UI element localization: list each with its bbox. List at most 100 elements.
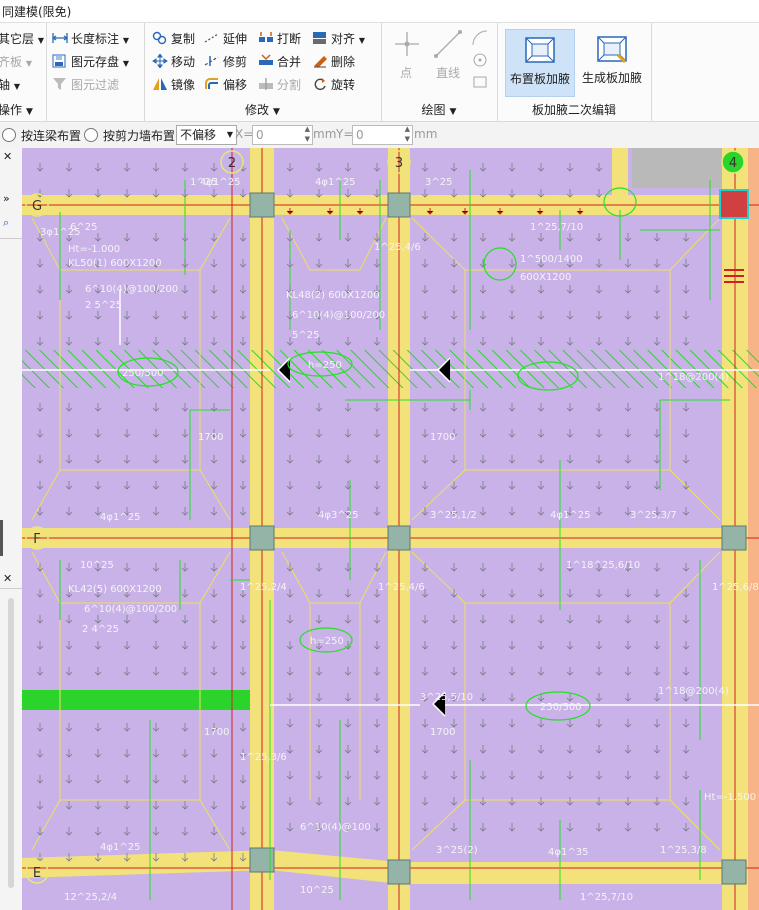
close-icon[interactable]: ✕	[3, 150, 12, 163]
copy-button[interactable]: 复制	[152, 29, 195, 49]
rebar-annotation: 1700	[430, 432, 455, 443]
chevron-down-icon: ▼	[449, 107, 457, 117]
draw-line-button[interactable]: 直线	[431, 28, 465, 94]
rebar-annotation: 10^25	[80, 560, 114, 571]
place-haunch-button[interactable]: 布置板加腋	[505, 29, 575, 97]
mirror-icon	[153, 78, 167, 90]
trim-icon	[204, 56, 219, 66]
cad-drawing[interactable]: 2 3 4 G F E 1^25 4φ1^25 3^251^25,7/106^254…	[22, 148, 759, 910]
draw-point-button[interactable]: 点	[391, 28, 421, 94]
expand-icon[interactable]: »	[3, 192, 10, 205]
search-icon[interactable]: ⌕	[3, 216, 9, 230]
axis-label: 4	[729, 156, 737, 171]
other-layer-button[interactable]: 其它层 ▼	[0, 29, 44, 49]
merge-button[interactable]: 合并	[258, 52, 301, 72]
y-label: Y=	[336, 127, 354, 141]
crosshair-point-icon	[395, 32, 419, 56]
save-element-icon	[52, 54, 66, 68]
beam-layout-radio[interactable]	[2, 128, 16, 142]
axis-label: F	[33, 532, 40, 547]
wall-layout-radio[interactable]	[84, 128, 98, 142]
axis-button[interactable]: 轴 ▼	[0, 75, 20, 95]
rebar-annotation: 6^10(4)@100/200	[292, 310, 385, 321]
split-button[interactable]: 分割	[258, 75, 301, 95]
split-icon	[259, 78, 273, 90]
rebar-annotation: 4φ1^25	[315, 177, 355, 188]
mirror-button[interactable]: 镜像	[152, 75, 195, 95]
element-filter-button[interactable]: 图元过滤	[52, 75, 119, 95]
generate-haunch-button[interactable]: 生成板加腋	[577, 29, 647, 95]
eraser-icon	[314, 56, 327, 68]
rebar-annotation: Ht=-1.000	[68, 244, 120, 255]
rectangle-icon[interactable]	[471, 73, 489, 91]
options-bar: 按连梁布置 按剪力墙布置 不偏移 ▼ X= 0 ▲ ▼ mm Y= 0 ▲ ▼ mm	[0, 122, 759, 149]
rebar-annotation: 4φ1^25	[100, 512, 140, 523]
break-button[interactable]: 打断	[258, 29, 301, 49]
rebar-annotation: 1700	[430, 727, 455, 738]
align-icon	[313, 32, 326, 44]
y-input[interactable]: 0 ▲ ▼	[352, 125, 413, 145]
group-operate: 其它层 ▼ 齐板 ▼ 轴 ▼ 操作 ▼	[0, 23, 47, 121]
delete-button[interactable]: 删除	[312, 52, 355, 72]
panel-splitter[interactable]	[0, 520, 3, 556]
axis-label: 2	[228, 156, 236, 171]
rebar-annotation: 250/500	[540, 702, 582, 713]
rebar-annotation: 3^25,3/7	[630, 510, 677, 521]
copy-icon	[152, 31, 167, 45]
scrollbar[interactable]	[8, 598, 14, 888]
chevron-down-icon: ▼	[122, 59, 129, 68]
rebar-annotation: h=250	[310, 636, 344, 647]
chevron-down-icon: ▼	[26, 107, 33, 117]
trim-button[interactable]: 修剪	[204, 52, 247, 72]
offset-icon	[205, 78, 218, 89]
rebar-annotation: 1^25,3/8	[660, 845, 707, 856]
axis-label: E	[33, 866, 41, 881]
close-icon[interactable]: ✕	[3, 572, 12, 585]
spinner-icon: ▲ ▼	[304, 125, 310, 143]
rebar-annotation: 2 5^25	[85, 300, 122, 311]
move-button[interactable]: 移动	[152, 52, 195, 72]
group-tools: 长度标注 ▼ 图元存盘 ▼ 图元过滤	[46, 23, 145, 121]
rebar-annotation: 1^18@200(4)	[658, 372, 729, 383]
offset-button[interactable]: 偏移	[204, 75, 247, 95]
rebar-annotation: 1^25,6/8	[712, 582, 759, 593]
rebar-annotation: 4φ1^25	[200, 177, 240, 188]
extend-icon	[204, 33, 219, 43]
group-draw-title[interactable]: 绘图 ▼	[381, 101, 497, 118]
length-dimension-button[interactable]: 长度标注 ▼	[52, 29, 129, 49]
arc-icon[interactable]	[471, 29, 489, 47]
rebar-annotation: 1^25,7/10	[530, 222, 583, 233]
rebar-annotation: 3^25	[425, 177, 452, 188]
rebar-annotation: 4φ1^25	[550, 510, 590, 521]
rebar-annotation: 1^25,4/6	[374, 242, 421, 253]
rebar-annotation: 2 4^25	[82, 624, 119, 635]
rebar-annotation: 1^25,4/6	[378, 582, 425, 593]
group-modify: 复制 延伸 打断 对齐 ▼ 移动 修剪 合并 删除 镜像 偏移 分割 旋转 修改…	[144, 23, 382, 121]
rebar-annotation: 10^25	[300, 885, 334, 896]
rebar-annotation: 6^10(4)@100/200	[84, 604, 177, 615]
x-unit: mm	[313, 127, 337, 141]
spinner-icon: ▲ ▼	[404, 125, 410, 143]
group-haunch-title: 板加腋二次编辑	[531, 103, 616, 117]
group-modify-title[interactable]: 修改 ▼	[144, 101, 381, 118]
extend-button[interactable]: 延伸	[204, 29, 247, 49]
move-icon	[152, 54, 168, 68]
rebar-annotation: 6^10(4)@100	[300, 822, 371, 833]
x-input[interactable]: 0 ▲ ▼	[252, 125, 313, 145]
rebar-annotation: 600X1200	[520, 272, 571, 283]
chevron-down-icon: ▼	[13, 82, 20, 91]
break-icon	[259, 32, 273, 42]
app-title: 同建模(限免)	[2, 5, 72, 19]
circle-icon[interactable]	[471, 51, 489, 69]
rebar-annotation: 4φ3^25	[318, 510, 358, 521]
drawing-canvas[interactable]: 2 3 4 G F E 1^25 4φ1^25 3^25 1^25,7/10 6^25 4…	[22, 148, 759, 910]
element-save-button[interactable]: 图元存盘 ▼	[52, 52, 129, 72]
beam-layout-label: 按连梁布置	[21, 129, 82, 143]
align-board-button[interactable]: 齐板 ▼	[0, 52, 32, 72]
rotate-button[interactable]: 旋转	[312, 75, 355, 95]
group-operate-title[interactable]: 操作 ▼	[0, 101, 46, 118]
x-label: X=	[235, 127, 254, 141]
chevron-down-icon: ▼	[122, 36, 129, 45]
align-button[interactable]: 对齐 ▼	[312, 29, 365, 49]
offset-select[interactable]: 不偏移 ▼	[176, 125, 237, 145]
